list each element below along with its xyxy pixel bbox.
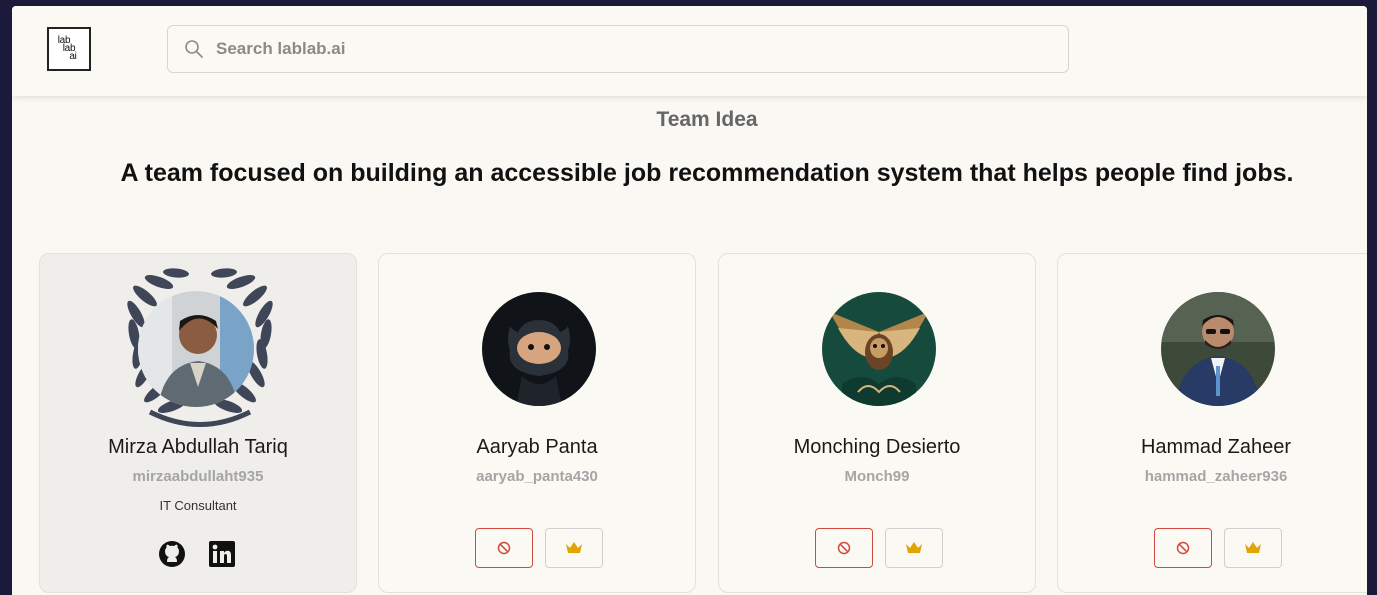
app-window: lab lab ai Team Idea A team focused on b…: [12, 6, 1367, 595]
avatar[interactable]: [482, 292, 596, 406]
ban-icon: [497, 541, 511, 555]
remove-member-button[interactable]: [1154, 528, 1212, 568]
crown-icon: [1245, 542, 1261, 553]
make-leader-button[interactable]: [545, 528, 603, 568]
crown-icon: [906, 542, 922, 553]
team-idea-text: A team focused on building an accessible…: [120, 159, 1294, 187]
social-links: [158, 540, 236, 568]
search-input[interactable]: [214, 38, 1038, 60]
make-leader-button[interactable]: [1224, 528, 1282, 568]
member-card[interactable]: Monching Desierto Monch99: [718, 253, 1036, 593]
ban-icon: [1176, 541, 1190, 555]
member-username: mirzaabdullaht935: [132, 468, 264, 485]
section-label: Team Idea: [656, 108, 758, 131]
member-card[interactable]: Mirza Abdullah Tariq mirzaabdullaht935 I…: [39, 253, 357, 593]
lablab-logo[interactable]: lab lab ai: [47, 27, 91, 71]
member-card[interactable]: Hammad Zaheer hammad_zaheer936: [1057, 253, 1367, 593]
remove-member-button[interactable]: [815, 528, 873, 568]
github-icon[interactable]: [158, 540, 186, 568]
remove-member-button[interactable]: [475, 528, 533, 568]
ban-icon: [837, 541, 851, 555]
member-title: IT Consultant: [159, 498, 237, 513]
member-name: Monching Desierto: [793, 436, 961, 458]
top-header: lab lab ai: [12, 6, 1367, 96]
member-username: aaryab_panta430: [476, 468, 598, 485]
avatar[interactable]: [1161, 292, 1275, 406]
member-card[interactable]: Aaryab Panta aaryab_panta430: [378, 253, 696, 593]
linkedin-icon[interactable]: [208, 540, 236, 568]
search-icon: [185, 40, 203, 58]
crown-icon: [566, 542, 582, 553]
member-username: Monch99: [844, 468, 910, 485]
avatar[interactable]: [822, 292, 936, 406]
logo-text-3: ai: [69, 51, 77, 62]
member-name: Mirza Abdullah Tariq: [108, 436, 288, 458]
member-name: Aaryab Panta: [476, 436, 598, 458]
member-username: hammad_zaheer936: [1144, 468, 1288, 485]
member-name: Hammad Zaheer: [1140, 436, 1292, 458]
search-bar[interactable]: [167, 25, 1069, 73]
avatar[interactable]: [138, 291, 254, 407]
make-leader-button[interactable]: [885, 528, 943, 568]
